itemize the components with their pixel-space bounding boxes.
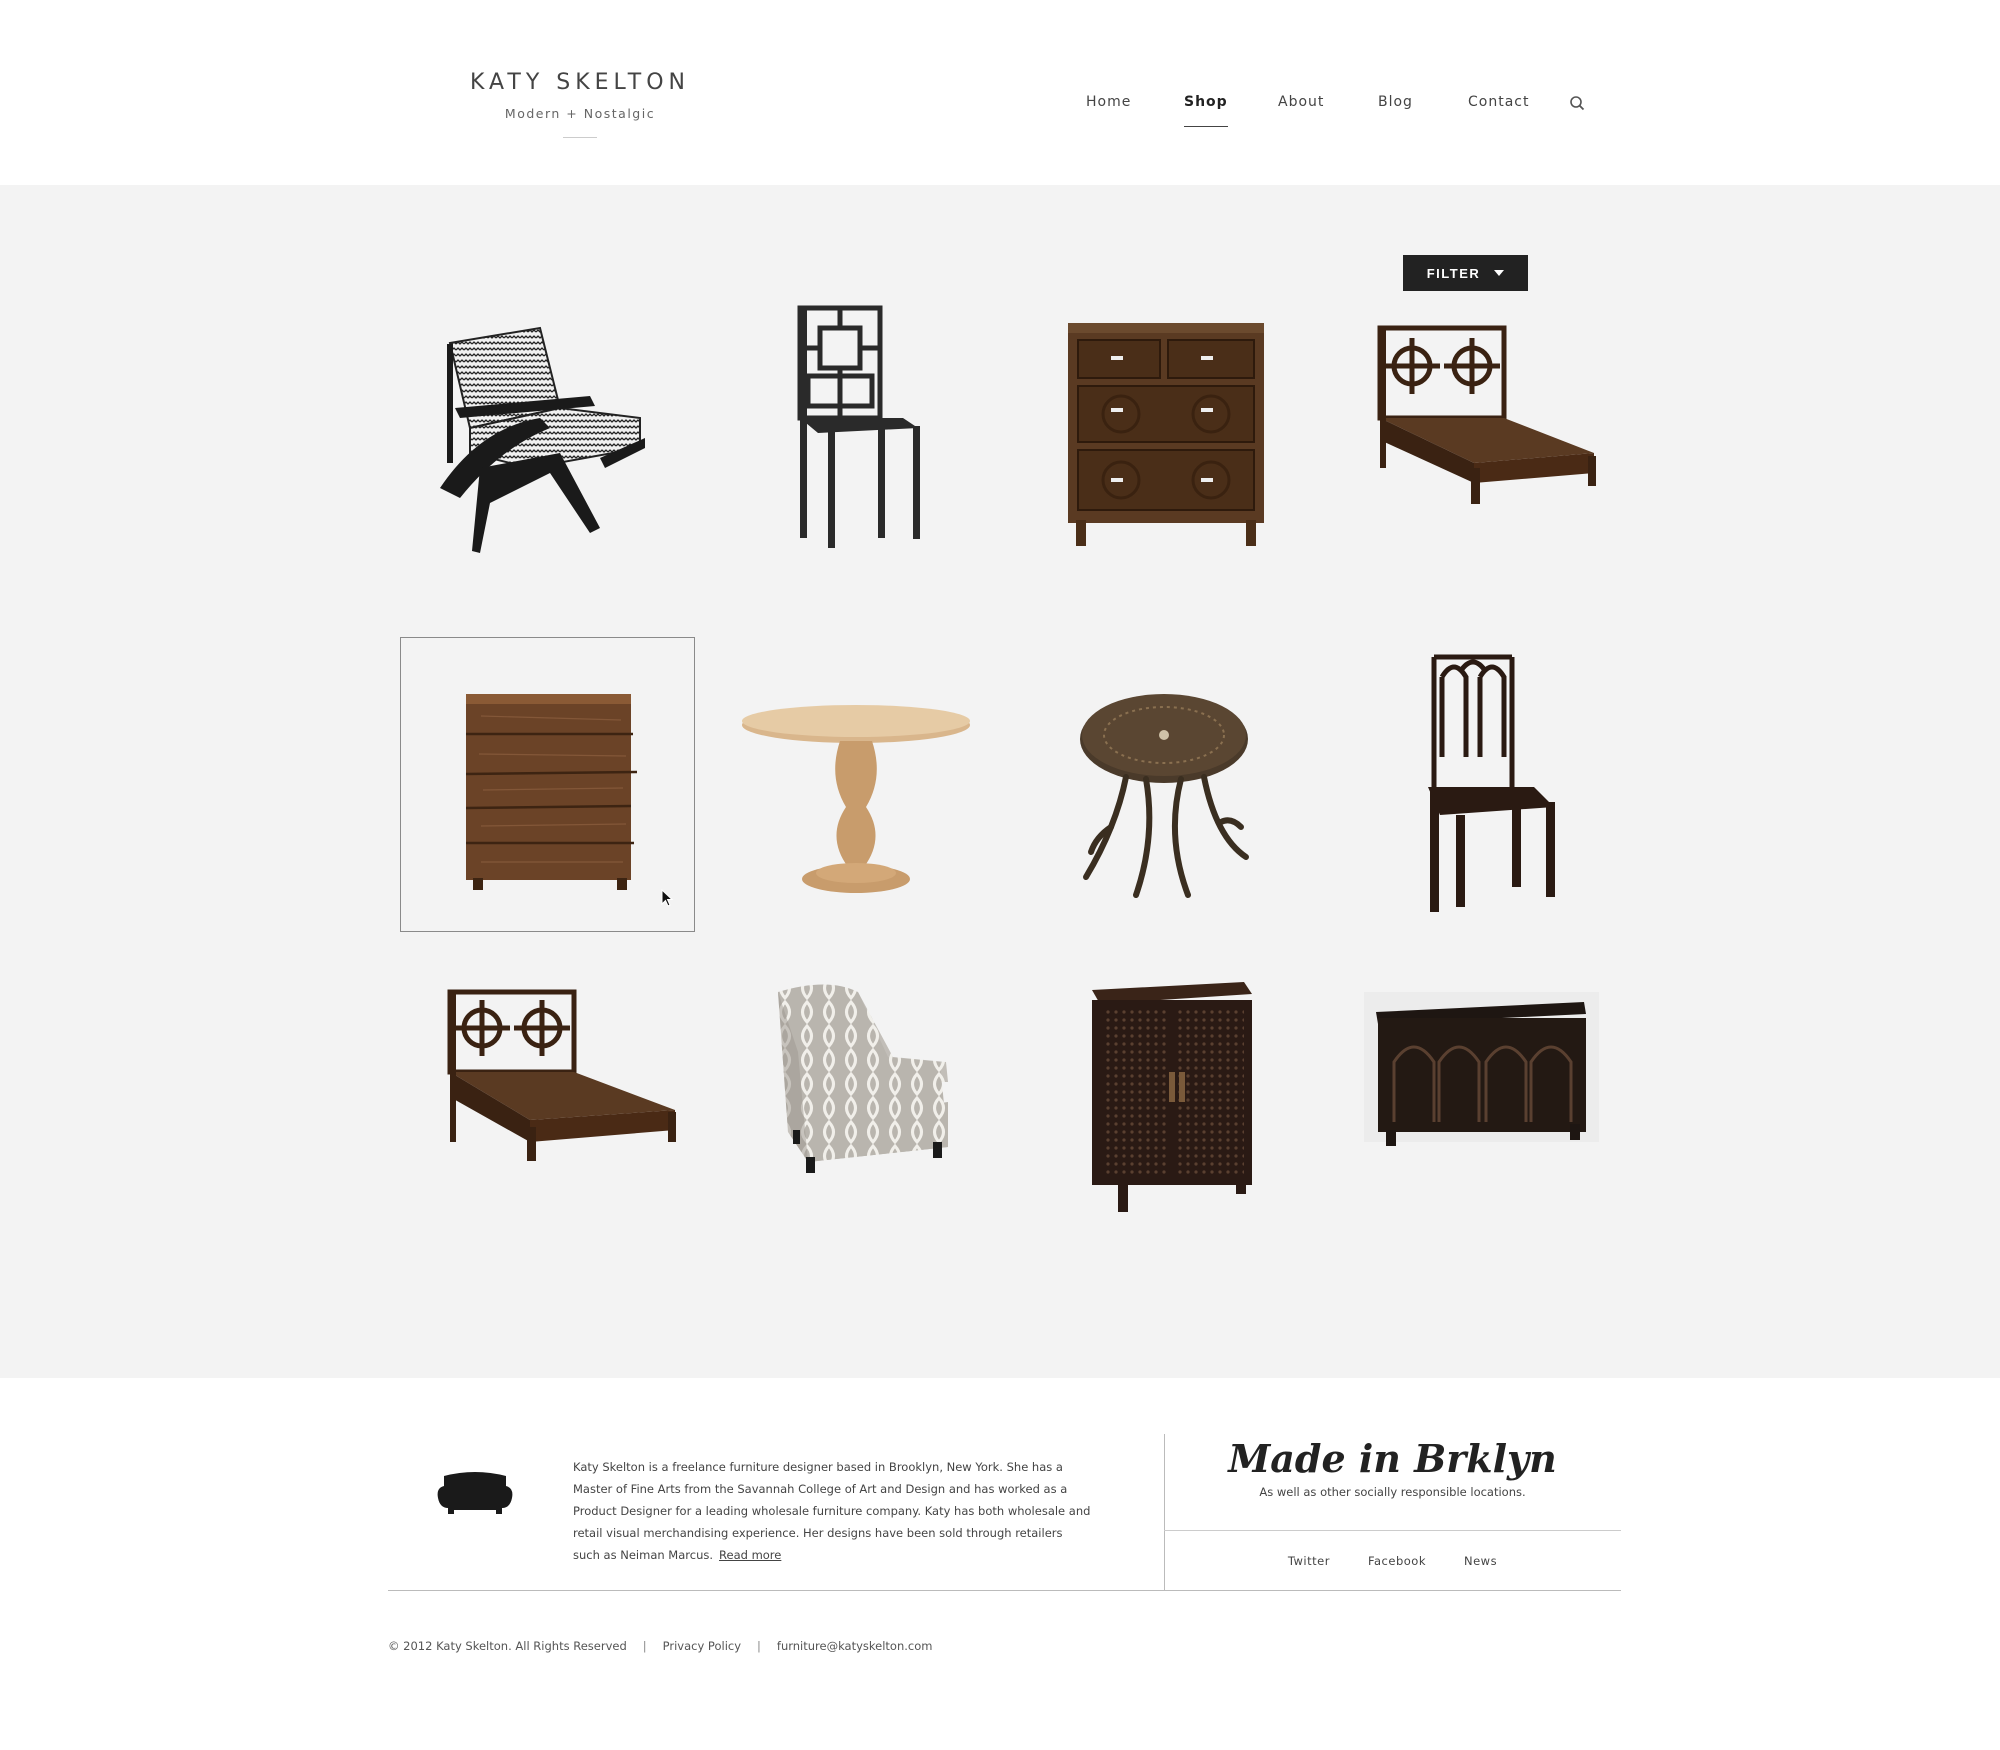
search-icon[interactable] <box>1568 94 1588 114</box>
ikat-armchair-image <box>778 984 948 1173</box>
separator: | <box>757 1639 761 1653</box>
email-link[interactable]: furniture@katyskelton.com <box>777 1639 933 1653</box>
brand-divider <box>563 137 597 138</box>
privacy-policy-link[interactable]: Privacy Policy <box>663 1639 741 1653</box>
arch-back-chair-image <box>1428 654 1555 912</box>
lattice-bed-image <box>447 989 676 1161</box>
brand-logo[interactable]: KATY SKELTON Modern + Nostalgic <box>440 70 720 138</box>
sideboard-image <box>1364 992 1599 1146</box>
nav-home[interactable]: Home <box>1086 94 1131 110</box>
product-tile[interactable] <box>708 268 1003 563</box>
product-tile[interactable] <box>1016 952 1311 1247</box>
nightstand-image <box>465 694 638 890</box>
product-tile[interactable] <box>1324 637 1619 932</box>
footer-divider-main <box>388 1590 1621 1591</box>
news-link[interactable]: News <box>1464 1554 1497 1568</box>
lattice-bed-image <box>1377 325 1596 504</box>
site-footer: Katy Skelton is a freelance furniture de… <box>0 1378 2000 1750</box>
product-tile[interactable] <box>1324 952 1619 1247</box>
product-tile-selected[interactable] <box>400 637 695 932</box>
product-tile[interactable] <box>1016 268 1311 563</box>
lattice-cabinet-image <box>1092 982 1252 1212</box>
sofa-icon <box>437 1472 513 1514</box>
carved-dresser-image <box>1068 323 1264 546</box>
brand-tagline: Modern + Nostalgic <box>504 106 656 121</box>
antler-table-image <box>1080 694 1249 898</box>
about-text: Katy Skelton is a freelance furniture de… <box>573 1460 1091 1562</box>
product-tile[interactable] <box>400 952 695 1247</box>
lounge-chair-image <box>440 326 645 553</box>
nav-blog[interactable]: Blog <box>1378 94 1413 110</box>
brand-name: KATY SKELTON <box>470 70 690 95</box>
lattice-chair-image <box>797 305 920 548</box>
product-tile[interactable] <box>708 637 1003 932</box>
footer-bottom-bar: © 2012 Katy Skelton. All Rights Reserved… <box>388 1639 932 1653</box>
read-more-link[interactable]: Read more <box>719 1548 781 1562</box>
mouse-cursor-icon <box>661 889 674 907</box>
product-tile[interactable] <box>1016 637 1311 932</box>
about-blurb: Katy Skelton is a freelance furniture de… <box>573 1456 1093 1566</box>
made-in-title: Made in Brklyn <box>1228 1436 1557 1481</box>
product-tile[interactable] <box>400 268 695 563</box>
social-links: Twitter Facebook News <box>1164 1554 1621 1568</box>
copyright-text: © 2012 Katy Skelton. All Rights Reserved <box>388 1639 627 1653</box>
twitter-link[interactable]: Twitter <box>1288 1554 1330 1568</box>
product-tile[interactable] <box>1324 268 1619 563</box>
separator: | <box>642 1639 647 1653</box>
nav-shop[interactable]: Shop <box>1184 94 1228 127</box>
pedestal-table-image <box>742 705 970 893</box>
site-header: KATY SKELTON Modern + Nostalgic Home Sho… <box>0 0 2000 185</box>
product-tile[interactable] <box>708 952 1003 1247</box>
nav-contact[interactable]: Contact <box>1468 94 1529 110</box>
made-in-section: Made in Brklyn As well as other socially… <box>1164 1436 1621 1499</box>
nav-about[interactable]: About <box>1278 94 1324 110</box>
made-in-subtitle: As well as other socially responsible lo… <box>1259 1485 1526 1499</box>
facebook-link[interactable]: Facebook <box>1368 1554 1426 1568</box>
footer-divider <box>1164 1530 1621 1531</box>
